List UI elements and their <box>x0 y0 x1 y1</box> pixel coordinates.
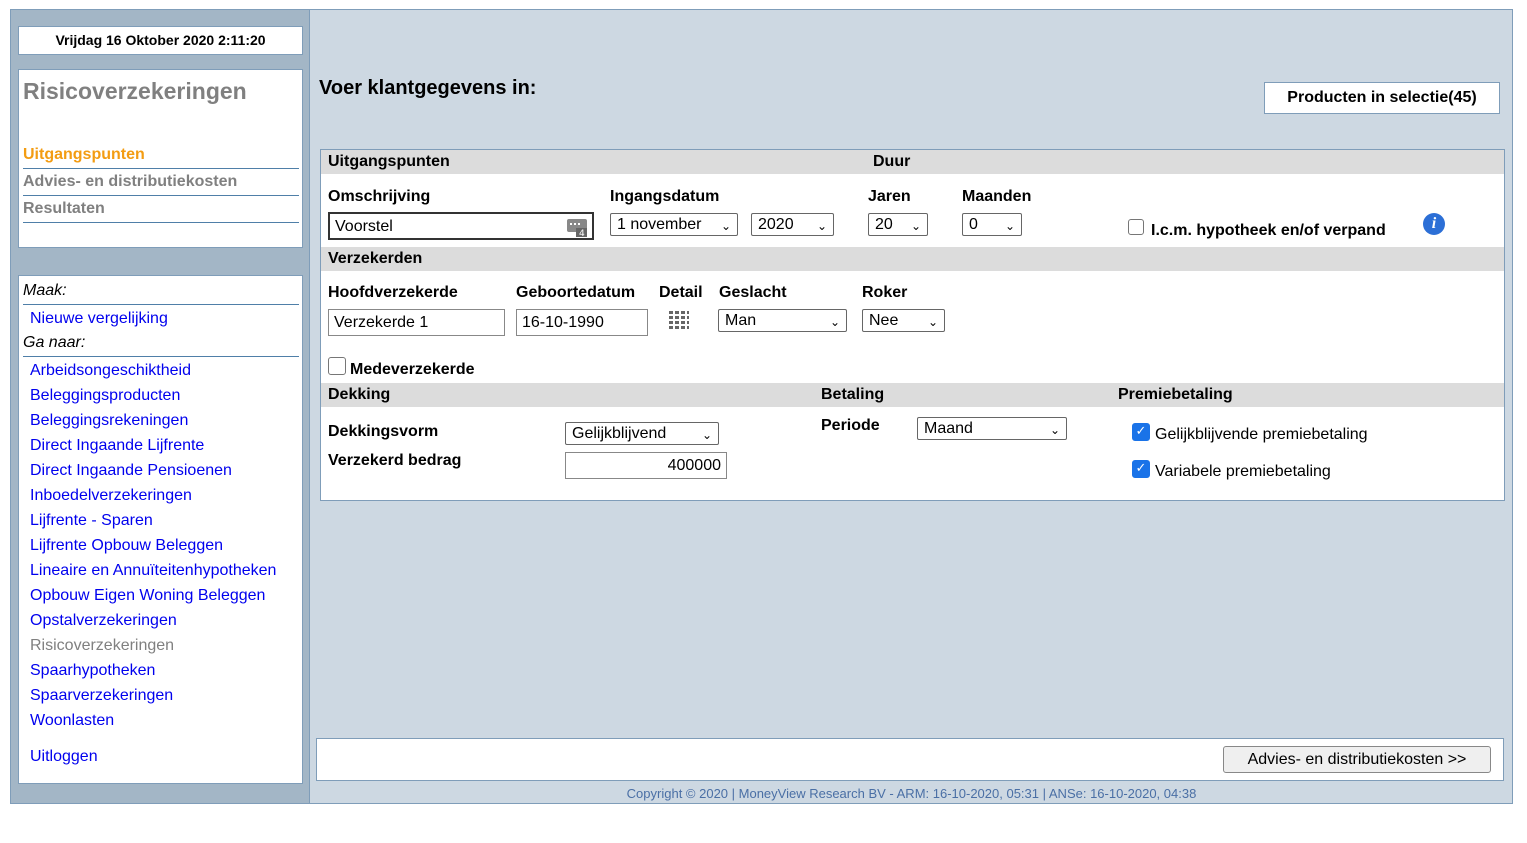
keyboard-icon: 4 <box>567 219 587 238</box>
chevron-down-icon: ⌄ <box>720 219 731 233</box>
medeverzekerde-checkbox[interactable] <box>328 357 346 375</box>
section-title-dekking: Dekking <box>328 386 391 403</box>
nav-item[interactable]: Arbeidsongeschiktheid <box>30 358 191 383</box>
step-list: Uitgangspunten Advies- en distributiekos… <box>23 142 299 223</box>
geboortedatum-label: Geboortedatum <box>516 284 636 301</box>
verzekerd-bedrag-input[interactable]: 400000 <box>565 452 727 479</box>
roker-select[interactable]: Nee ⌄ <box>862 309 945 332</box>
section-header-uitgangspunten: Uitgangspunten Duur <box>321 150 1504 174</box>
ingangsdatum-month-value: 1 november <box>617 216 702 233</box>
chevron-down-icon: ⌄ <box>927 315 938 329</box>
nav-item-current: Risicoverzekeringen <box>30 637 175 654</box>
verzekerd-bedrag-label: Verzekerd bedrag <box>328 452 462 469</box>
next-advies-kosten-button[interactable]: Advies- en distributiekosten >> <box>1223 746 1491 773</box>
section-header-verzekerden: Verzekerden <box>321 247 1504 271</box>
section-title-duur: Duur <box>873 153 911 170</box>
logout-link[interactable]: Uitloggen <box>30 744 98 769</box>
chevron-down-icon: ⌄ <box>910 219 921 233</box>
ingangsdatum-year-select[interactable]: 2020 ⌄ <box>751 213 834 236</box>
omschrijving-value: Voorstel <box>335 218 393 235</box>
page-title: Voer klantgegevens in: <box>319 77 537 99</box>
nav-item[interactable]: Spaarverzekeringen <box>30 683 173 708</box>
datetime-display: Vrijdag 16 Oktober 2020 2:11:20 <box>18 26 303 55</box>
variabele-premie-label: Variabele premiebetaling <box>1155 463 1331 480</box>
nav-item[interactable]: Opbouw Eigen Woning Beleggen <box>30 583 265 608</box>
jaren-select[interactable]: 20 ⌄ <box>868 213 928 236</box>
nav-item[interactable]: Inboedelverzekeringen <box>30 483 192 508</box>
svg-text:4: 4 <box>579 229 585 238</box>
section-title-uitgangspunten: Uitgangspunten <box>328 153 450 170</box>
dekkingsvorm-label: Dekkingsvorm <box>328 423 439 440</box>
omschrijving-label: Omschrijving <box>328 188 431 205</box>
products-in-selection-button[interactable]: Producten in selectie(45) <box>1264 82 1500 114</box>
sidebar: Vrijdag 16 Oktober 2020 2:11:20 Risicove… <box>10 9 310 804</box>
section-title-verzekerden: Verzekerden <box>328 250 423 267</box>
chevron-down-icon: ⌄ <box>1004 219 1015 233</box>
dekkingsvorm-value: Gelijkblijvend <box>572 425 667 442</box>
chevron-down-icon: ⌄ <box>1049 423 1060 437</box>
app-title: Risicoverzekeringen <box>23 78 247 104</box>
nav-item[interactable]: Lineaire en Annuïteitenhypotheken <box>30 558 276 583</box>
ingangsdatum-label: Ingangsdatum <box>610 188 720 205</box>
section-title-premiebetaling: Premiebetaling <box>1118 386 1233 403</box>
nav-item[interactable]: Beleggingsproducten <box>30 383 180 408</box>
nav-item[interactable]: Opstalverzekeringen <box>30 608 177 633</box>
section-header-dekking: Dekking Betaling Premiebetaling <box>321 383 1504 407</box>
nav-new-comparison[interactable]: Nieuwe vergelijking <box>30 306 168 331</box>
maanden-select[interactable]: 0 ⌄ <box>962 213 1022 236</box>
hoofdverzekerde-input[interactable]: Verzekerde 1 <box>328 309 505 336</box>
dekkingsvorm-select[interactable]: Gelijkblijvend ⌄ <box>565 422 719 445</box>
gelijkblijvende-premie-checkbox[interactable]: ✓ <box>1132 423 1150 441</box>
nav-item[interactable]: Lijfrente - Sparen <box>30 508 153 533</box>
periode-select[interactable]: Maand ⌄ <box>917 417 1067 440</box>
nav-item[interactable]: Beleggingsrekeningen <box>30 408 188 433</box>
app-title-panel: Risicoverzekeringen Uitgangspunten Advie… <box>18 69 303 248</box>
nav-item[interactable]: Lijfrente Opbouw Beleggen <box>30 533 223 558</box>
maanden-label: Maanden <box>962 188 1032 205</box>
maanden-value: 0 <box>969 216 978 233</box>
action-bar: Advies- en distributiekosten >> <box>316 738 1504 781</box>
section-title-betaling: Betaling <box>821 386 885 403</box>
nav-item[interactable]: Woonlasten <box>30 708 114 733</box>
gelijkblijvende-premie-label: Gelijkblijvende premiebetaling <box>1155 426 1368 443</box>
nav-item[interactable]: Direct Ingaande Lijfrente <box>30 433 204 458</box>
medeverzekerde-label: Medeverzekerde <box>350 361 475 378</box>
step-advies-kosten[interactable]: Advies- en distributiekosten <box>23 169 299 196</box>
goto-section-label: Ga naar: <box>23 332 299 357</box>
geslacht-label: Geslacht <box>719 284 787 301</box>
make-section-label: Maak: <box>23 280 299 305</box>
chevron-down-icon: ⌄ <box>829 315 840 329</box>
icm-hypotheek-label: I.c.m. hypotheek en/of verpand <box>1151 222 1386 239</box>
roker-value: Nee <box>869 312 899 329</box>
chevron-down-icon: ⌄ <box>701 428 712 442</box>
geslacht-select[interactable]: Man ⌄ <box>718 309 847 332</box>
detail-label: Detail <box>659 284 703 301</box>
navigation-panel: Maak: Nieuwe vergelijking Ga naar: Arbei… <box>18 275 303 784</box>
chevron-down-icon: ⌄ <box>816 219 827 233</box>
jaren-label: Jaren <box>868 188 911 205</box>
ingangsdatum-month-select[interactable]: 1 november ⌄ <box>610 213 738 236</box>
client-form: Uitgangspunten Duur Omschrijving Voorste… <box>320 149 1505 501</box>
geslacht-value: Man <box>725 312 757 329</box>
nav-item[interactable]: Spaarhypotheken <box>30 658 155 683</box>
icm-hypotheek-checkbox[interactable] <box>1128 219 1144 235</box>
jaren-value: 20 <box>875 216 893 233</box>
step-uitgangspunten[interactable]: Uitgangspunten <box>23 142 299 169</box>
copyright-text: Copyright © 2020 | MoneyView Research BV… <box>626 786 1197 801</box>
periode-value: Maand <box>924 420 973 437</box>
info-icon[interactable]: i <box>1423 213 1445 235</box>
calendar-grid-icon[interactable] <box>668 310 690 332</box>
main-content: Voer klantgegevens in: Producten in sele… <box>310 9 1513 804</box>
periode-label: Periode <box>821 417 880 434</box>
ingangsdatum-year-value: 2020 <box>758 216 794 233</box>
geboortedatum-input[interactable]: 16-10-1990 <box>516 309 648 336</box>
variabele-premie-checkbox[interactable]: ✓ <box>1132 460 1150 478</box>
nav-item[interactable]: Direct Ingaande Pensioenen <box>30 458 232 483</box>
hoofdverzekerde-label: Hoofdverzekerde <box>328 284 458 301</box>
omschrijving-input[interactable]: Voorstel 4 <box>328 212 594 240</box>
roker-label: Roker <box>862 284 908 301</box>
step-resultaten[interactable]: Resultaten <box>23 196 299 223</box>
